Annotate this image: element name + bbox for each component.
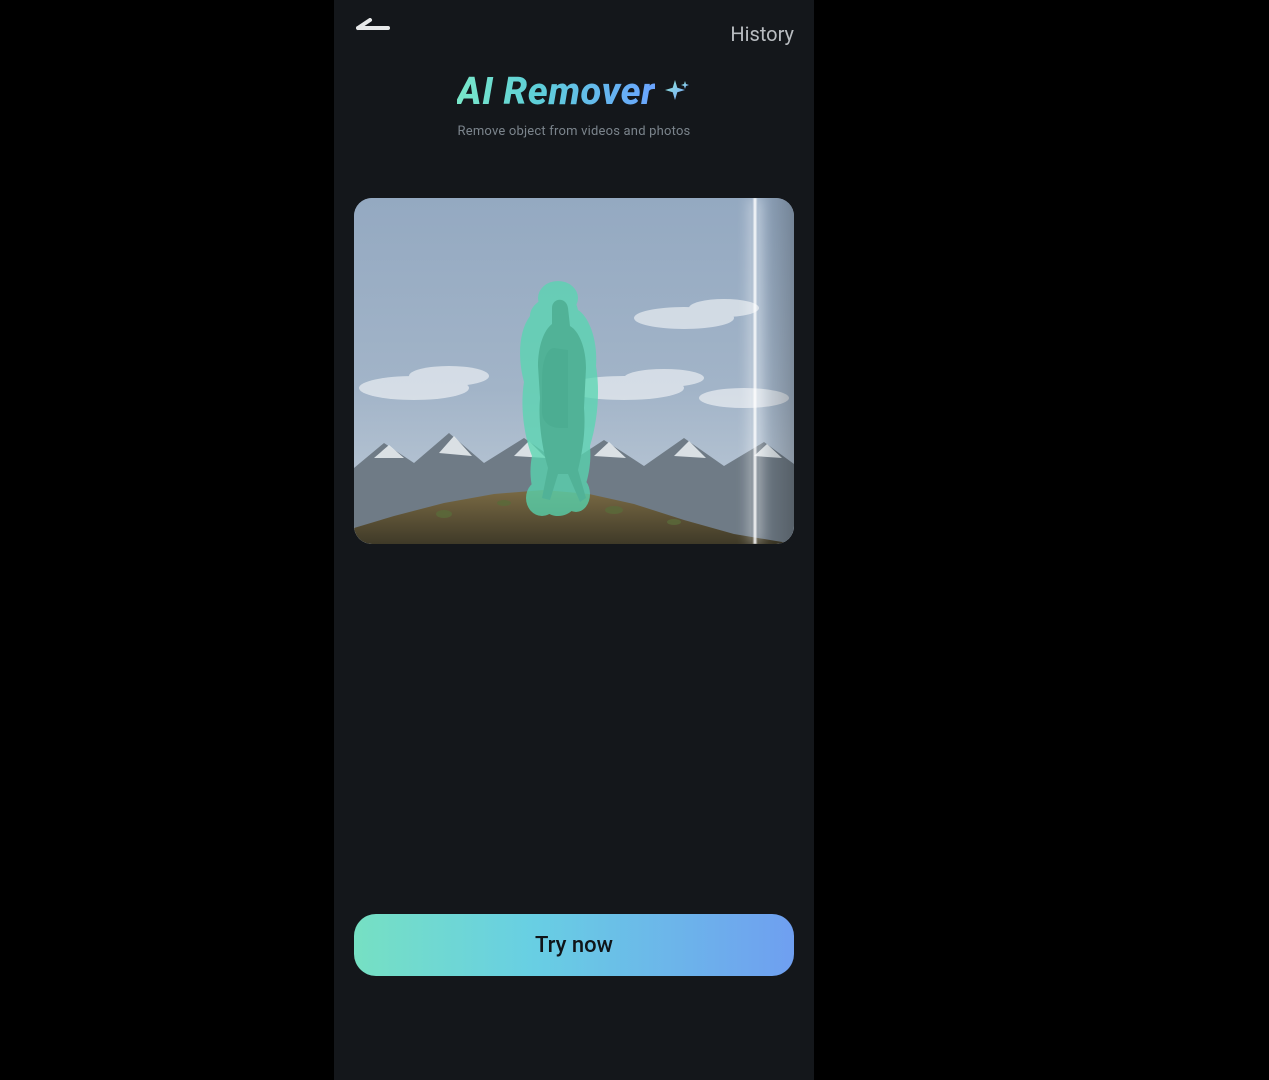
scan-shadow xyxy=(758,198,794,544)
preview-image xyxy=(354,198,794,544)
back-arrow-icon xyxy=(356,18,396,38)
try-now-label: Try now xyxy=(535,933,613,958)
preview-scene xyxy=(354,198,794,544)
try-now-button[interactable]: Try now xyxy=(354,914,794,976)
scan-line-icon xyxy=(752,198,758,544)
back-button[interactable] xyxy=(356,18,396,46)
history-link-label: History xyxy=(730,22,794,46)
history-link[interactable]: History xyxy=(730,22,794,46)
page-title: AI Remover xyxy=(457,70,656,114)
app-screen: History AI Remover Remove object fro xyxy=(334,0,814,1080)
page-subtitle: Remove object from videos and photos xyxy=(334,124,814,139)
title-block: AI Remover Remove object from videos and… xyxy=(334,70,814,139)
top-bar: History xyxy=(334,0,814,64)
sparkle-icon xyxy=(663,78,691,106)
